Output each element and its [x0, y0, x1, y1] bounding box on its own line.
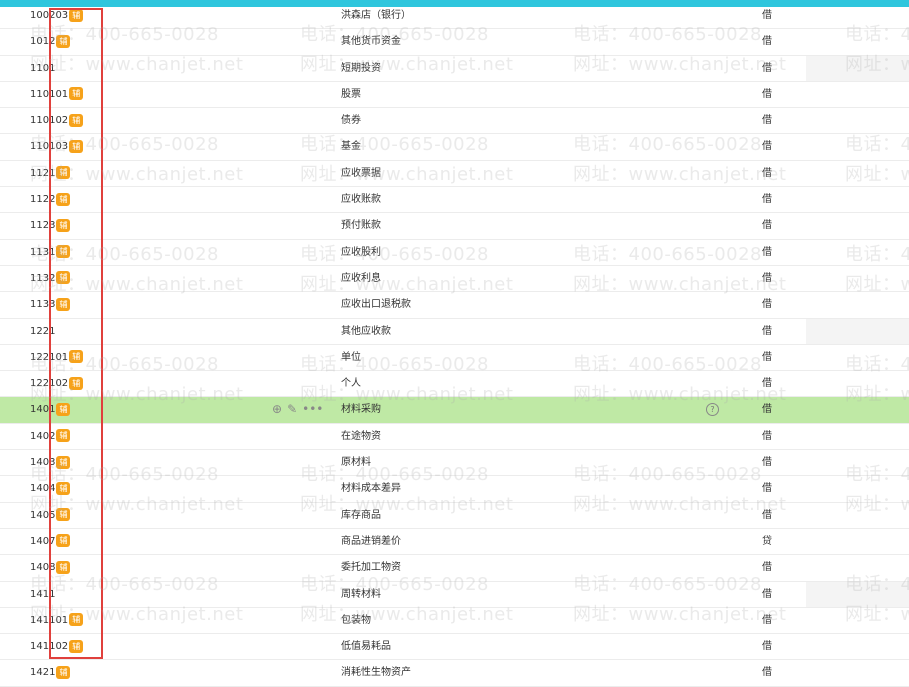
table-row[interactable]: 110102 辅债券借	[0, 108, 909, 135]
table-row[interactable]: 1012 辅其他货币资金借	[0, 29, 909, 56]
balance-direction: 借	[762, 220, 772, 232]
table-row[interactable]: 1221 其他应收款借	[0, 318, 909, 345]
edit-icon[interactable]: ✎	[287, 402, 297, 416]
table-row[interactable]: 1408 辅委托加工物资借	[0, 555, 909, 582]
table-row[interactable]: 100203 辅洪森店（银行）借	[0, 3, 909, 30]
account-name: 应收股利	[341, 246, 381, 258]
account-name: 消耗性生物资产	[341, 667, 411, 679]
balance-direction: 借	[762, 272, 772, 284]
table-row[interactable]: 110103 辅基金借	[0, 134, 909, 161]
account-name: 应收票据	[341, 167, 381, 179]
table-row[interactable]: 1403 辅原材料借	[0, 450, 909, 477]
account-name: 应收出口退税款	[341, 299, 411, 311]
table-row[interactable]: 1123 辅预付账款借	[0, 213, 909, 240]
balance-direction: 借	[762, 325, 772, 337]
balance-direction: 借	[762, 588, 772, 600]
table-row[interactable]: 1407 辅商品进销差价贷	[0, 529, 909, 556]
table-row[interactable]: 1402 辅在途物资借	[0, 424, 909, 451]
account-code-text: 1421	[30, 667, 56, 679]
balance-direction: 借	[762, 299, 772, 311]
cell-shade	[806, 55, 909, 81]
annotation-highlight-box	[49, 8, 103, 659]
table-row[interactable]: 1101 短期投资借	[0, 55, 909, 82]
table-row[interactable]: 1131 辅应收股利借	[0, 240, 909, 266]
row-actions: ⊕ ✎ •••	[272, 397, 328, 422]
balance-direction: 借	[762, 10, 772, 21]
account-name: 材料成本差异	[341, 483, 401, 495]
balance-direction: 借	[762, 483, 772, 495]
account-name: 单位	[341, 351, 361, 363]
table-row[interactable]: 1121 辅应收票据借	[0, 161, 909, 188]
balance-direction: 借	[762, 88, 772, 100]
balance-direction: 借	[762, 562, 772, 574]
account-name: 预付账款	[341, 220, 381, 232]
account-name: 应收利息	[341, 272, 381, 284]
balance-direction: 借	[762, 36, 772, 48]
account-name: 周转材料	[341, 588, 381, 600]
balance-direction: 借	[762, 246, 772, 258]
table-row[interactable]: 1401 辅 ⊕ ✎ •••? 材料采购借	[0, 397, 909, 424]
account-name: 材料采购	[341, 404, 381, 416]
cell-shade	[806, 581, 909, 607]
help-icon[interactable]: ?	[706, 403, 719, 417]
table-row[interactable]: 1122 辅应收账款借	[0, 187, 909, 214]
account-name: 应收账款	[341, 194, 381, 206]
table-row[interactable]: 1411 周转材料借	[0, 581, 909, 608]
table-row[interactable]: 141102 辅低值易耗品借	[0, 634, 909, 661]
account-name: 个人	[341, 378, 361, 390]
account-name: 在途物资	[341, 430, 381, 442]
balance-direction: 借	[762, 194, 772, 206]
account-name: 债券	[341, 115, 361, 127]
balance-direction: 借	[762, 641, 772, 653]
account-name: 其他应收款	[341, 325, 391, 337]
cell-shade	[806, 318, 909, 344]
account-table: 100203 辅洪森店（银行）借 1012 辅其他货币资金借 1101 短期投资借 1101…	[0, 3, 909, 687]
add-icon[interactable]: ⊕	[272, 402, 282, 416]
balance-direction: 借	[762, 62, 772, 74]
balance-direction: 借	[762, 614, 772, 626]
account-name: 委托加工物资	[341, 562, 401, 574]
balance-direction: 借	[762, 141, 772, 153]
account-name: 低值易耗品	[341, 641, 391, 653]
balance-direction: 贷	[762, 535, 772, 547]
balance-direction: 借	[762, 667, 772, 679]
account-name: 短期投资	[341, 62, 381, 74]
account-code: 1421 辅	[30, 660, 71, 685]
table-row[interactable]: 1405 辅库存商品借	[0, 503, 909, 529]
account-name: 包装物	[341, 614, 371, 626]
table-row[interactable]: 1421 辅 消耗性生物资产 借	[0, 660, 909, 687]
account-name: 股票	[341, 88, 361, 100]
table-row[interactable]: 122101 辅单位借	[0, 345, 909, 372]
account-name: 洪森店（银行）	[341, 10, 411, 21]
balance-direction: 借	[762, 115, 772, 127]
account-name: 基金	[341, 141, 361, 153]
table-row[interactable]: 1133 辅应收出口退税款借	[0, 292, 909, 319]
balance-direction: 借	[762, 167, 772, 179]
balance-direction: 借	[762, 404, 772, 416]
table-row[interactable]: 110101 辅股票借	[0, 82, 909, 109]
balance-direction: 借	[762, 378, 772, 390]
auxiliary-badge: 辅	[56, 665, 71, 679]
table-row[interactable]: 1404 辅材料成本差异借	[0, 476, 909, 503]
table-row[interactable]: 122102 辅个人借	[0, 371, 909, 398]
account-name: 库存商品	[341, 509, 381, 521]
account-name: 原材料	[341, 457, 371, 469]
balance-direction: 借	[762, 509, 772, 521]
more-icon[interactable]: •••	[302, 402, 323, 416]
account-name: 其他货币资金	[341, 36, 401, 48]
balance-direction: 借	[762, 351, 772, 363]
table-row[interactable]: 141101 辅包装物借	[0, 608, 909, 635]
account-name: 商品进销差价	[341, 535, 401, 547]
table-row[interactable]: 1132 辅应收利息借	[0, 266, 909, 293]
balance-direction: 借	[762, 457, 772, 469]
balance-direction: 借	[762, 430, 772, 442]
